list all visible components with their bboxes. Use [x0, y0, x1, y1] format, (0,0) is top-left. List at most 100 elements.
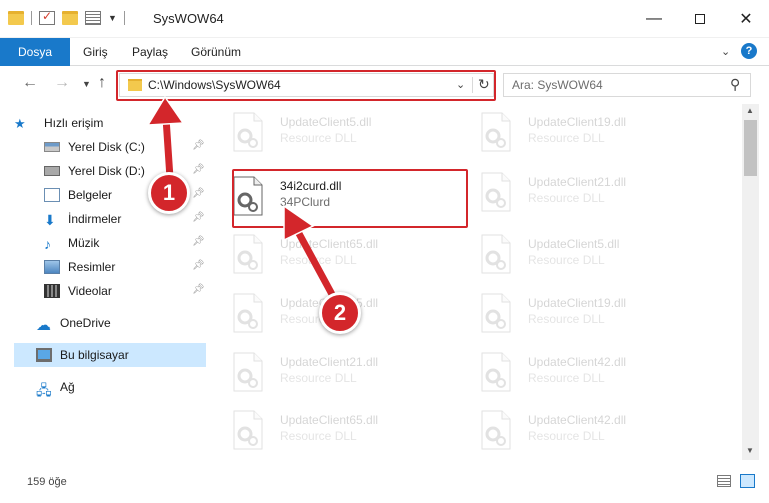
file-item[interactable]: UpdateClient65.dll Resource DLL: [214, 228, 454, 278]
pin-icon[interactable]: 📌︎: [192, 140, 205, 151]
sidebar-item-drive-c[interactable]: Yerel Disk (C:): [44, 136, 145, 158]
tab-view[interactable]: Görünüm: [191, 38, 241, 66]
tab-share[interactable]: Paylaş: [132, 38, 168, 66]
sidebar-item-label: Ağ: [60, 380, 75, 394]
sidebar-item-network[interactable]: 🖧︎ Ağ: [36, 376, 75, 398]
divider: [123, 11, 125, 25]
back-arrow-icon[interactable]: ←: [22, 74, 38, 92]
title-bar: ▼ SysWOW64 — ✕: [0, 0, 769, 38]
sidebar-item-onedrive[interactable]: ☁ OneDrive: [36, 312, 111, 334]
pin-icon[interactable]: 📌︎: [192, 260, 205, 271]
sidebar-item-label: Resimler: [68, 260, 116, 274]
network-icon: 🖧︎: [36, 382, 52, 398]
drive-icon: [44, 166, 60, 176]
file-description: Resource DLL: [280, 371, 357, 385]
file-item[interactable]: UpdateClient5.dll Resource DLL: [214, 106, 454, 156]
step-1-marker: 1: [148, 172, 190, 214]
maximize-button[interactable]: [677, 0, 723, 38]
quick-access-toolbar: ▼: [8, 9, 125, 25]
scroll-down-icon[interactable]: ▼: [746, 446, 754, 455]
recent-locations-chevron-icon[interactable]: ▼: [82, 79, 91, 89]
file-item[interactable]: UpdateClient42.dll Resource DLL: [462, 404, 702, 454]
properties-check-icon[interactable]: [39, 9, 55, 25]
sidebar-item-label: İndirmeler: [68, 212, 122, 226]
documents-icon: [44, 188, 60, 202]
tab-home[interactable]: Giriş: [83, 38, 108, 66]
sidebar-item-music[interactable]: ♪ Müzik: [44, 232, 99, 254]
sidebar-item-documents[interactable]: Belgeler: [44, 184, 112, 206]
sidebar-item-this-pc[interactable]: Bu bilgisayar: [36, 344, 129, 366]
details-view-icon[interactable]: [717, 475, 731, 487]
file-item[interactable]: UpdateClient42.dll Resource DLL: [462, 346, 702, 396]
file-name: UpdateClient19.dll: [528, 296, 627, 310]
dll-file-icon: [233, 293, 263, 333]
file-description: Resource DLL: [280, 429, 357, 443]
expand-ribbon-icon[interactable]: ⌄: [721, 45, 730, 58]
sidebar-item-videos[interactable]: Videolar: [44, 280, 112, 302]
sidebar-item-label: Yerel Disk (D:): [68, 164, 145, 178]
file-name: UpdateClient21.dll: [528, 175, 627, 189]
sidebar-item-pictures[interactable]: Resimler: [44, 256, 115, 278]
up-arrow-icon[interactable]: ↑: [98, 74, 106, 92]
dll-file-icon: [233, 112, 263, 152]
sidebar-item-downloads[interactable]: ⬇ İndirmeler: [44, 208, 121, 230]
folder-icon[interactable]: [8, 11, 24, 25]
dll-file-icon: [481, 410, 511, 450]
dll-file-icon: [481, 112, 511, 152]
dll-file-icon: [481, 234, 511, 274]
maximize-icon: [695, 14, 705, 24]
pin-icon[interactable]: 📌︎: [192, 212, 205, 223]
minimize-button[interactable]: —: [631, 0, 677, 38]
properties-icon[interactable]: [85, 11, 101, 25]
file-item[interactable]: UpdateClient21.dll Resource DLL: [214, 346, 454, 396]
sidebar-item-quick-access[interactable]: ★ Hızlı erişim: [14, 112, 103, 134]
sidebar-item-label: OneDrive: [60, 316, 111, 330]
file-description: Resource DLL: [528, 131, 605, 145]
file-description: Resource DLL: [528, 253, 605, 267]
file-item[interactable]: UpdateClient5.dll Resource DLL: [462, 228, 702, 278]
search-placeholder: Ara: SysWOW64: [512, 78, 603, 92]
dll-file-icon: [233, 410, 263, 450]
ribbon-tabs: Dosya Giriş Paylaş Görünüm ⌄ ?: [0, 38, 769, 66]
close-button[interactable]: ✕: [723, 0, 769, 38]
dll-file-icon: [481, 293, 511, 333]
address-highlight-box: [116, 70, 496, 101]
sidebar-item-label: Videolar: [68, 284, 112, 298]
file-description: Resource DLL: [528, 312, 605, 326]
search-input[interactable]: Ara: SysWOW64 ⚲: [503, 73, 751, 97]
pin-icon[interactable]: 📌︎: [192, 164, 205, 175]
file-name: UpdateClient65.dll: [280, 237, 379, 251]
status-bar: 159 öğe: [0, 460, 769, 503]
file-name: UpdateClient19.dll: [528, 115, 627, 129]
tab-file[interactable]: Dosya: [0, 38, 70, 66]
vertical-scrollbar[interactable]: ▲ ▼: [742, 104, 759, 460]
music-icon: ♪: [44, 236, 51, 252]
pin-icon[interactable]: 📌︎: [192, 284, 205, 295]
cloud-icon: ☁: [36, 317, 51, 334]
dll-file-icon: [233, 352, 263, 392]
step-2-marker: 2: [319, 292, 361, 334]
file-highlight-box: [232, 169, 468, 228]
item-count: 159 öğe: [27, 476, 67, 488]
file-item[interactable]: UpdateClient19.dll Resource DLL: [462, 287, 702, 337]
customize-toolbar-chevron-icon[interactable]: ▼: [108, 13, 117, 23]
sidebar-item-label: Bu bilgisayar: [60, 348, 129, 362]
search-icon[interactable]: ⚲: [730, 76, 740, 93]
sidebar-item-label: Yerel Disk (C:): [68, 140, 145, 154]
file-item[interactable]: UpdateClient65.dll Resource DLL: [214, 404, 454, 454]
scroll-up-icon[interactable]: ▲: [746, 106, 754, 115]
pin-icon[interactable]: 📌︎: [192, 236, 205, 247]
pin-icon[interactable]: 📌︎: [192, 188, 205, 199]
tiles-view-icon[interactable]: [740, 474, 755, 488]
star-icon: ★: [14, 116, 26, 131]
downloads-icon: ⬇: [44, 212, 56, 228]
scrollbar-thumb[interactable]: [744, 120, 757, 176]
forward-arrow-icon[interactable]: →: [54, 74, 70, 92]
new-folder-icon[interactable]: [62, 11, 78, 25]
file-description: Resource DLL: [280, 131, 357, 145]
file-name: UpdateClient42.dll: [528, 355, 627, 369]
file-item[interactable]: UpdateClient21.dll Resource DLL: [462, 166, 702, 216]
file-item[interactable]: UpdateClient19.dll Resource DLL: [462, 106, 702, 156]
sidebar-item-drive-d[interactable]: Yerel Disk (D:): [44, 160, 145, 182]
help-icon[interactable]: ?: [741, 43, 757, 59]
